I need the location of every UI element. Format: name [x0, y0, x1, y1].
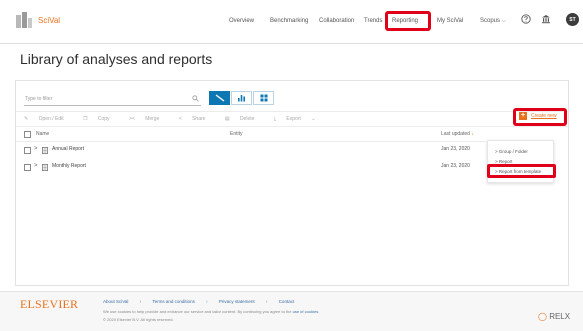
- reporting-highlight-box: [385, 11, 431, 31]
- user-avatar[interactable]: ST: [566, 13, 579, 26]
- scival-logo-icon: [16, 12, 32, 28]
- row-checkbox[interactable]: [24, 164, 31, 171]
- report-icon: [42, 147, 48, 154]
- export-label: Export: [286, 116, 301, 122]
- nav-my-scival[interactable]: My SciVal: [437, 18, 463, 24]
- nav-benchmarking[interactable]: Benchmarking: [270, 18, 308, 24]
- nav-overview[interactable]: Overview: [229, 18, 254, 24]
- footer-link-label: Terms and conditions: [152, 299, 195, 304]
- top-navigation-bar: SciVal Overview Benchmarking Collaborati…: [0, 0, 583, 44]
- app-name: SciVal: [38, 15, 61, 25]
- last-updated-value: Jan 23, 2020: [441, 146, 470, 152]
- toolbar-divider: [16, 111, 570, 112]
- create-new-label: Create new: [531, 113, 557, 119]
- action-toolbar: ✎ Open / Edit ❐ Copy >< Merge < Share ▤ …: [24, 116, 333, 122]
- plus-icon: +: [519, 112, 527, 120]
- delete-label: Delete: [239, 116, 255, 122]
- open-edit-label: Open / Edit: [38, 116, 64, 122]
- nav-scopus[interactable]: Scopus ⌵: [480, 18, 506, 24]
- footer-link-label: Privacy statement: [218, 299, 255, 304]
- grid-view-icon: [260, 94, 267, 102]
- library-panel: Type to filter ✎ Open / Edit ❐ Copy >< M…: [15, 80, 570, 286]
- nav-trends[interactable]: Trends: [364, 18, 382, 24]
- footer: ELSEVIER About SciVal › Terms and condit…: [0, 291, 583, 331]
- share-label: Share: [192, 116, 206, 122]
- cookie-text: We use cookies to help provide and enhan…: [103, 309, 292, 314]
- menu-item-group-folder[interactable]: > Group / Folder: [495, 149, 528, 154]
- filter-placeholder: Type to filter: [25, 96, 53, 102]
- table-row[interactable]: > Annual Report Jan 23, 2020: [16, 144, 486, 158]
- search-icon: [192, 95, 199, 102]
- nav-collaboration[interactable]: Collaboration: [319, 18, 354, 24]
- create-new-button[interactable]: + Create new: [519, 112, 557, 120]
- copy-action[interactable]: ❐ Copy: [83, 116, 119, 122]
- relx-label: RELX: [549, 312, 571, 321]
- column-header-name[interactable]: Name: [36, 131, 49, 137]
- chevron-right-icon[interactable]: >: [34, 146, 38, 152]
- relx-mark-icon: ◯: [538, 312, 547, 321]
- chart-view-icon: [238, 95, 245, 102]
- help-icon[interactable]: [521, 14, 531, 24]
- institution-icon[interactable]: [541, 14, 551, 24]
- nav-scopus-label: Scopus: [480, 18, 501, 24]
- footer-link-privacy[interactable]: Privacy statement ›: [219, 299, 268, 304]
- copy-icon: ❐: [83, 116, 89, 122]
- cookie-notice: We use cookies to help provide and enhan…: [103, 309, 320, 314]
- copyright-text: © 2020 Elsevier B.V. All rights reserved…: [103, 317, 174, 322]
- chart-view-button[interactable]: [231, 91, 252, 105]
- grid-view-button[interactable]: [253, 91, 274, 105]
- last-updated-value: Jan 23, 2020: [441, 163, 470, 169]
- footer-link-label: About SciVal: [103, 299, 129, 304]
- report-name[interactable]: Annual Report: [52, 146, 84, 152]
- filter-input[interactable]: Type to filter: [24, 94, 201, 106]
- cookie-link[interactable]: use of cookies: [293, 309, 319, 314]
- sort-arrow-icon: ↓: [471, 131, 474, 137]
- report-from-template-highlight-box: [487, 164, 556, 178]
- column-header-last-updated[interactable]: Last updated ↓: [441, 131, 474, 137]
- last-updated-label: Last updated: [441, 131, 470, 137]
- report-icon: [42, 164, 48, 171]
- column-header-entity[interactable]: Entity: [230, 131, 243, 137]
- scival-logo[interactable]: SciVal: [16, 12, 60, 28]
- select-all-checkbox[interactable]: [24, 131, 31, 138]
- merge-icon: ><: [128, 116, 137, 122]
- page-title: Library of analyses and reports: [20, 51, 213, 67]
- chevron-down-icon: ⌄: [309, 116, 316, 122]
- open-edit-action[interactable]: ✎ Open / Edit: [24, 116, 73, 122]
- delete-action[interactable]: ▤ Delete: [225, 116, 264, 122]
- share-icon: <: [178, 116, 184, 122]
- header-divider: [16, 126, 570, 127]
- footer-link-about[interactable]: About SciVal ›: [103, 299, 141, 304]
- download-icon: ⤓: [273, 116, 278, 122]
- footer-link-contact[interactable]: Contact: [279, 299, 295, 304]
- elsevier-logo[interactable]: ELSEVIER: [20, 297, 78, 312]
- row-checkbox[interactable]: [24, 147, 31, 154]
- trash-icon: ▤: [224, 116, 231, 122]
- export-action[interactable]: ⤓ Export ⌄: [274, 116, 325, 122]
- merge-label: Merge: [145, 116, 160, 122]
- report-name[interactable]: Monthly Report: [52, 163, 86, 169]
- menu-item-label: Group / Folder: [498, 149, 528, 154]
- pencil-icon: ✎: [24, 116, 30, 122]
- chevron-right-icon[interactable]: >: [34, 163, 38, 169]
- share-action[interactable]: < Share: [179, 116, 215, 122]
- table-row[interactable]: > Monthly Report Jan 23, 2020: [16, 161, 486, 175]
- table-divider: [16, 141, 486, 142]
- copy-label: Copy: [97, 116, 110, 122]
- relx-logo[interactable]: ◯ RELX: [538, 312, 570, 321]
- list-view-icon: [215, 94, 224, 102]
- list-view-button[interactable]: [209, 91, 230, 105]
- chevron-down-icon: ⌵: [502, 18, 506, 24]
- merge-action[interactable]: >< Merge: [129, 116, 168, 122]
- footer-link-terms[interactable]: Terms and conditions ›: [152, 299, 207, 304]
- footer-links: About SciVal › Terms and conditions › Pr…: [103, 299, 304, 304]
